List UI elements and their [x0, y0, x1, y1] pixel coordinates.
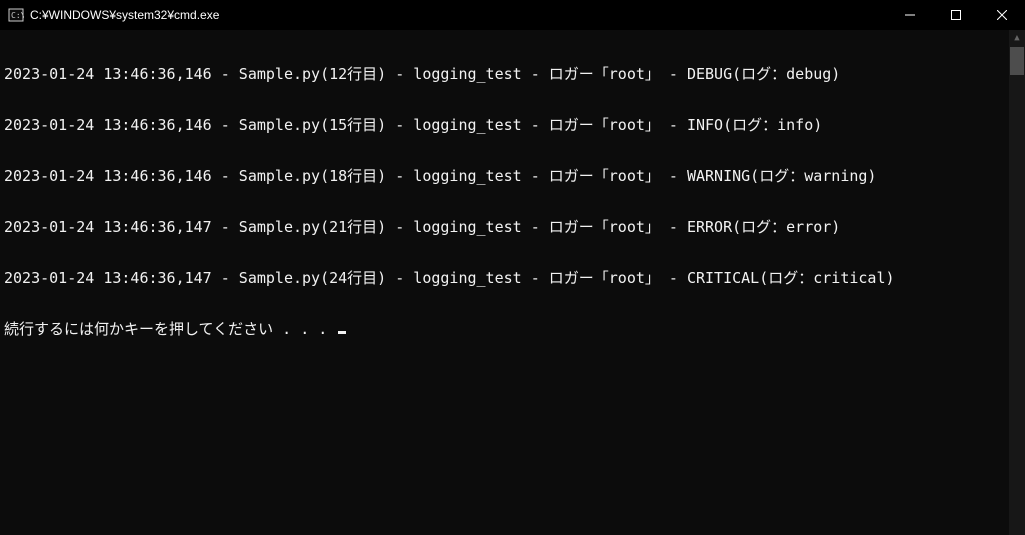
log-line: 2023-01-24 13:46:36,146 - Sample.py(15行目… — [4, 117, 1005, 134]
prompt-text: 続行するには何かキーを押してください . . . — [4, 321, 336, 338]
vertical-scrollbar[interactable]: ▲ — [1009, 30, 1025, 535]
cmd-icon: C:\ — [8, 7, 24, 23]
cursor — [338, 331, 346, 334]
cmd-window: C:\ C:¥WINDOWS¥system32¥cmd.exe 2023-01-… — [0, 0, 1025, 535]
scroll-thumb[interactable] — [1010, 47, 1024, 75]
scroll-up-arrow-icon[interactable]: ▲ — [1009, 30, 1025, 47]
log-line: 2023-01-24 13:46:36,146 - Sample.py(18行目… — [4, 168, 1005, 185]
client-area: 2023-01-24 13:46:36,146 - Sample.py(12行目… — [0, 30, 1025, 535]
svg-text:C:\: C:\ — [11, 11, 24, 20]
close-button[interactable] — [979, 0, 1025, 30]
log-line: 2023-01-24 13:46:36,147 - Sample.py(24行目… — [4, 270, 1005, 287]
prompt-line: 続行するには何かキーを押してください . . . — [4, 321, 1005, 338]
minimize-button[interactable] — [887, 0, 933, 30]
maximize-button[interactable] — [933, 0, 979, 30]
log-line: 2023-01-24 13:46:36,147 - Sample.py(21行目… — [4, 219, 1005, 236]
window-title: C:¥WINDOWS¥system32¥cmd.exe — [30, 8, 219, 22]
log-line: 2023-01-24 13:46:36,146 - Sample.py(12行目… — [4, 66, 1005, 83]
titlebar[interactable]: C:\ C:¥WINDOWS¥system32¥cmd.exe — [0, 0, 1025, 30]
terminal-output[interactable]: 2023-01-24 13:46:36,146 - Sample.py(12行目… — [0, 30, 1009, 535]
